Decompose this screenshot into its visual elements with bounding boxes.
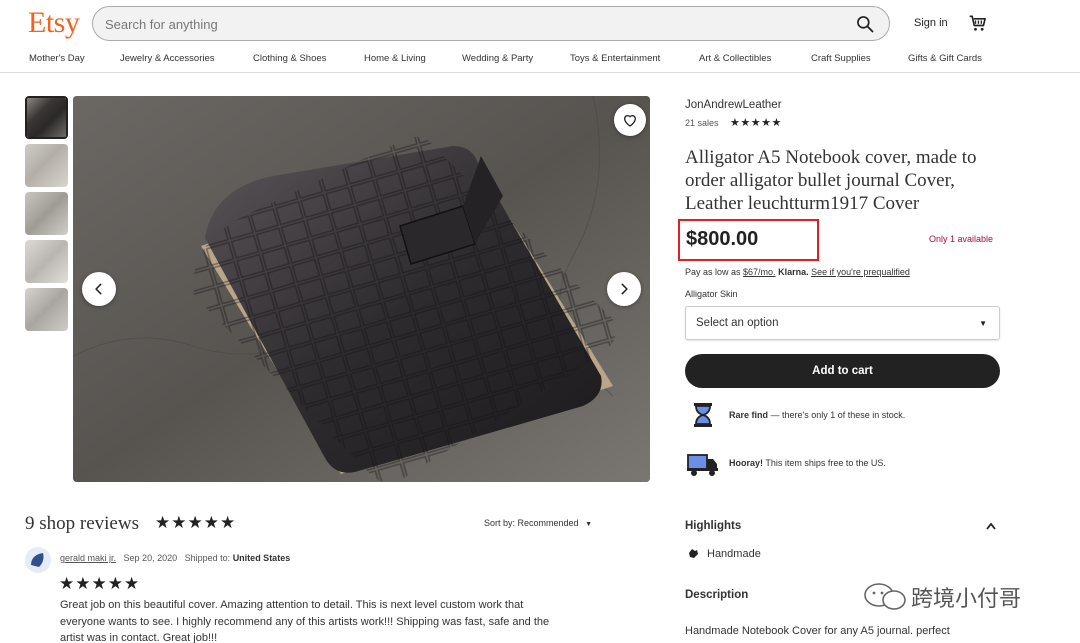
chevron-left-icon (95, 283, 102, 295)
thumbnail-2[interactable] (25, 144, 68, 187)
sort-dropdown[interactable]: Sort by: Recommended ▼ (484, 518, 592, 528)
shipping-text: This item ships free to the US. (763, 458, 886, 468)
free-shipping-notice: Hooray! This item ships free to the US. (729, 458, 886, 468)
nav-item-clothing[interactable]: Clothing & Shoes (253, 53, 326, 64)
review-date: Sep 20, 2020 (123, 553, 178, 563)
price: $800.00 (686, 228, 759, 250)
hand-icon (689, 549, 698, 558)
shop-reviews-stars: ★★★★★ (155, 513, 237, 532)
rare-find-text: — there's only 1 of these in stock. (768, 410, 906, 420)
description-text: Handmade Notebook Cover for any A5 journ… (685, 625, 950, 637)
search-icon[interactable] (855, 14, 875, 34)
listing-title: Alligator A5 Notebook cover, made to ord… (685, 147, 977, 214)
search-bar[interactable] (92, 6, 890, 41)
alligator-skin-select[interactable]: Select an option ▼ (685, 306, 1000, 340)
shipping-label: Hooray! (729, 458, 764, 468)
sort-value: Recommended (517, 518, 579, 528)
nav-item-home-living[interactable]: Home & Living (364, 53, 426, 64)
category-nav: Mother's Day Jewelry & Accessories Cloth… (0, 48, 1080, 73)
select-value: Select an option (696, 317, 779, 329)
nav-item-art[interactable]: Art & Collectibles (699, 53, 771, 64)
review-stars: ★★★★★ (59, 574, 141, 593)
highlights-heading[interactable]: Highlights (685, 520, 741, 532)
favorite-button[interactable] (614, 104, 646, 136)
add-to-cart-button[interactable]: Add to cart (685, 354, 1000, 388)
sign-in-link[interactable]: Sign in (914, 17, 948, 29)
chevron-up-icon[interactable] (986, 522, 996, 530)
header: Etsy Sign in (0, 0, 1080, 46)
caret-down-icon: ▼ (979, 319, 987, 328)
thumbnail-5[interactable] (25, 288, 68, 331)
sort-label: Sort by: (484, 518, 516, 528)
rare-find-notice: Rare find — there's only 1 of these in s… (729, 410, 905, 420)
reviewer-avatar-image (31, 553, 44, 567)
shop-name[interactable]: JonAndrewLeather (685, 99, 782, 111)
shipped-to: United States (232, 553, 291, 563)
rare-find-label: Rare find (729, 410, 769, 420)
hourglass-icon (694, 403, 712, 427)
heart-icon (623, 115, 637, 127)
klarna-brand: Klarna. (778, 267, 809, 277)
notebook-photo (73, 96, 650, 482)
klarna-financing: Pay as low as $67/mo. Klarna. See if you… (685, 267, 910, 277)
nav-item-toys[interactable]: Toys & Entertainment (570, 53, 660, 64)
reviewer-name[interactable]: gerald maki jr. (60, 553, 116, 563)
sort-caret-icon: ▼ (585, 521, 593, 528)
klarna-prefix: Pay as low as (685, 267, 744, 277)
next-image-button[interactable] (607, 272, 641, 306)
chevron-right-icon (621, 283, 628, 295)
search-input[interactable] (105, 15, 825, 33)
thumbnail-1[interactable] (25, 96, 68, 139)
review-text: Great job on this beautiful cover. Amazi… (60, 599, 550, 643)
thumbnail-3[interactable] (25, 192, 68, 235)
description-heading[interactable]: Description (685, 589, 748, 601)
shop-rating-stars[interactable]: ★★★★★ (730, 116, 782, 129)
shipped-label: Shipped to: (184, 553, 231, 563)
etsy-logo[interactable]: Etsy (28, 6, 80, 40)
watermark-text: 跨境小付哥 (911, 587, 1022, 612)
nav-item-craft[interactable]: Craft Supplies (811, 53, 871, 64)
product-image (73, 96, 650, 482)
availability-notice: Only 1 available (929, 234, 994, 244)
review-meta: gerald maki jr. Sep 20, 2020 Shipped to:… (60, 553, 290, 563)
option-label: Alligator Skin (685, 289, 738, 299)
thumbnail-4[interactable] (25, 240, 68, 283)
avatar[interactable] (25, 547, 51, 573)
nav-item-wedding[interactable]: Wedding & Party (462, 53, 533, 64)
truck-icon (687, 454, 718, 476)
nav-item-gifts[interactable]: Gifts & Gift Cards (908, 53, 982, 64)
prequalify-link[interactable]: See if you're prequalified (811, 267, 910, 277)
sales-count: 21 sales (685, 118, 719, 128)
klarna-amount-link[interactable]: $67/mo. (743, 267, 776, 277)
nav-item-jewelry[interactable]: Jewelry & Accessories (120, 53, 215, 64)
nav-item-mothers-day[interactable]: Mother's Day (29, 53, 85, 64)
previous-image-button[interactable] (82, 272, 116, 306)
shop-reviews-heading: 9 shop reviews (25, 513, 139, 534)
highlight-handmade: Handmade (707, 548, 761, 560)
cart-icon[interactable] (968, 13, 988, 33)
